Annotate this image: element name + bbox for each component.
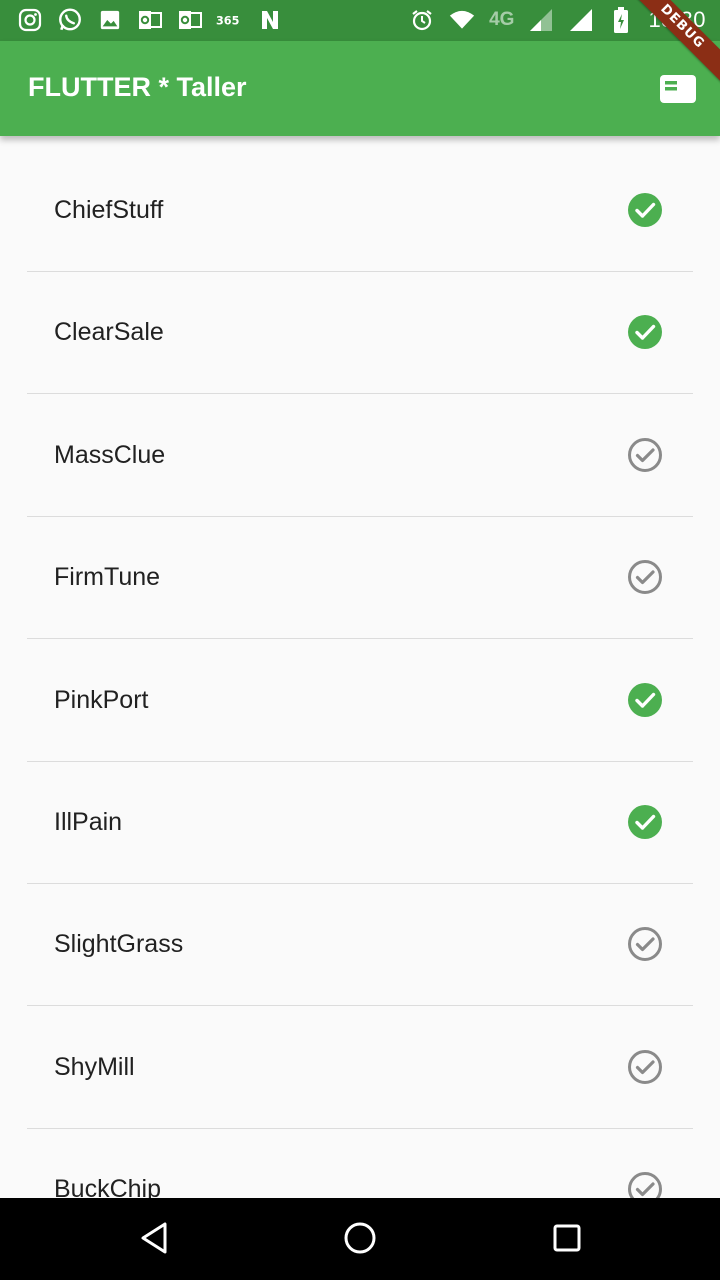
check-circle-outline-icon[interactable] — [627, 1171, 663, 1198]
list-item-label: ChiefStuff — [54, 196, 164, 224]
wifi-icon — [449, 7, 475, 33]
check-circle-outline-icon[interactable] — [627, 926, 663, 962]
view-toggle-button[interactable] — [652, 65, 704, 117]
page-title: FLUTTER * Taller — [28, 72, 247, 102]
list-item[interactable]: FirmTune — [27, 517, 693, 640]
battery-icon — [608, 7, 634, 33]
back-button[interactable] — [134, 1220, 174, 1260]
alarm-icon — [409, 7, 435, 33]
recents-icon — [552, 1223, 582, 1258]
network-type-label: 4G — [489, 9, 515, 30]
list-item[interactable]: SlightGrass — [27, 884, 693, 1007]
list-item[interactable]: BuckChip — [27, 1129, 693, 1198]
list-item-label: BuckChip — [54, 1175, 161, 1198]
whatsapp-icon — [56, 6, 84, 34]
n-icon — [256, 6, 284, 34]
list-item-label: ClearSale — [54, 318, 164, 347]
instagram-icon — [16, 6, 44, 34]
list-item[interactable]: ShyMill — [27, 1006, 693, 1129]
outlook-icon — [136, 6, 164, 34]
app-bar: FLUTTER * Taller — [0, 41, 720, 136]
office365-icon: 365 — [216, 6, 244, 34]
list-item-label: SlightGrass — [54, 930, 184, 959]
svg-text:365: 365 — [216, 15, 239, 28]
home-button[interactable] — [340, 1220, 380, 1260]
check-circle-outline-icon[interactable] — [627, 1049, 663, 1085]
list-item-label: FirmTune — [54, 563, 161, 592]
item-list: ChiefStuff ClearSale MassClue FirmTune PinkP… — [0, 136, 720, 1198]
home-icon — [343, 1221, 377, 1260]
list-item-label: IllPain — [54, 807, 123, 836]
check-circle-outline-icon[interactable] — [627, 559, 663, 595]
list-item-label: MassClue — [54, 440, 166, 469]
outlook-icon — [176, 6, 204, 34]
check-circle-icon[interactable] — [627, 682, 663, 718]
recents-button[interactable] — [547, 1220, 587, 1260]
list-item[interactable]: ChiefStuff — [27, 136, 693, 272]
notification-icons: 365 — [16, 6, 284, 34]
navigation-bar — [0, 1198, 720, 1280]
back-icon — [139, 1221, 169, 1260]
signal-icon — [528, 7, 554, 33]
list-item[interactable]: PinkPort — [27, 639, 693, 762]
list-item-label: ShyMill — [54, 1052, 135, 1081]
list-item[interactable]: MassClue — [27, 394, 693, 517]
view-agenda-icon — [659, 73, 697, 110]
list-item-label: PinkPort — [54, 685, 149, 714]
list-item[interactable]: ClearSale — [27, 272, 693, 395]
image-icon — [96, 6, 124, 34]
list-item[interactable]: IllPain — [27, 762, 693, 884]
check-circle-icon[interactable] — [627, 804, 663, 840]
check-circle-outline-icon[interactable] — [627, 437, 663, 473]
signal-icon — [568, 7, 594, 33]
check-circle-icon[interactable] — [627, 314, 663, 350]
check-circle-icon[interactable] — [627, 192, 663, 228]
status-bar: 365 4G 13:30 — [0, 0, 720, 41]
